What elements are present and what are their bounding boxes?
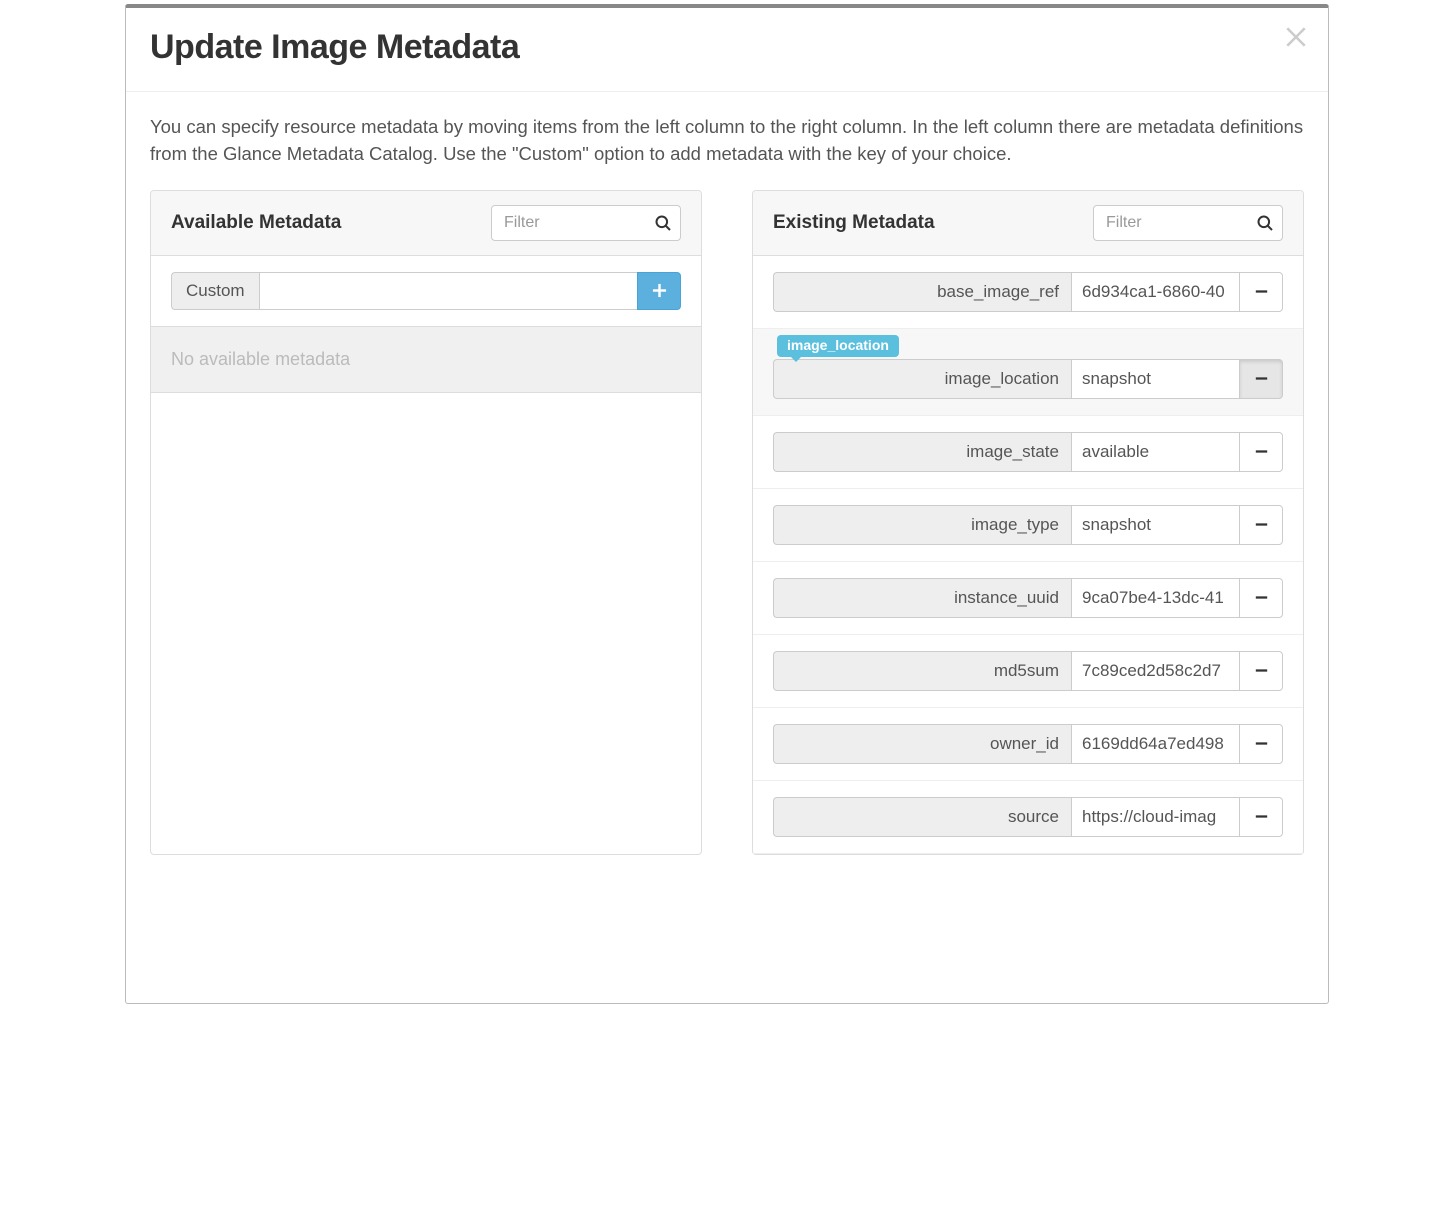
metadata-item-image_state: image_state bbox=[753, 416, 1303, 489]
metadata-row: image_state bbox=[773, 432, 1283, 472]
metadata-row: md5sum bbox=[773, 651, 1283, 691]
modal-description: You can specify resource metadata by mov… bbox=[150, 114, 1304, 168]
metadata-key: source bbox=[773, 797, 1071, 837]
metadata-row: base_image_ref bbox=[773, 272, 1283, 312]
metadata-value-input[interactable] bbox=[1071, 797, 1239, 837]
minus-icon bbox=[1255, 591, 1268, 604]
metadata-key: image_state bbox=[773, 432, 1071, 472]
close-icon bbox=[1285, 26, 1307, 48]
metadata-item-instance_uuid: instance_uuid bbox=[753, 562, 1303, 635]
minus-icon bbox=[1255, 664, 1268, 677]
minus-icon bbox=[1255, 810, 1268, 823]
remove-metadata-button[interactable] bbox=[1239, 797, 1283, 837]
metadata-value-input[interactable] bbox=[1071, 651, 1239, 691]
existing-header: Existing Metadata bbox=[753, 191, 1303, 256]
metadata-value-input[interactable] bbox=[1071, 578, 1239, 618]
metadata-key: image_location bbox=[773, 359, 1071, 399]
minus-icon bbox=[1255, 372, 1268, 385]
metadata-value-input[interactable] bbox=[1071, 505, 1239, 545]
metadata-item-base_image_ref: base_image_ref bbox=[753, 256, 1303, 329]
minus-icon bbox=[1255, 518, 1268, 531]
metadata-item-image_location: image_locationimage_location bbox=[753, 329, 1303, 416]
modal-title: Update Image Metadata bbox=[150, 28, 1304, 67]
existing-heading: Existing Metadata bbox=[773, 212, 935, 234]
remove-metadata-button[interactable] bbox=[1239, 359, 1283, 399]
metadata-row: instance_uuid bbox=[773, 578, 1283, 618]
metadata-value-input[interactable] bbox=[1071, 359, 1239, 399]
minus-icon bbox=[1255, 737, 1268, 750]
columns: Available Metadata Custom N bbox=[150, 190, 1304, 855]
existing-metadata-panel: Existing Metadata base_image_ref image_lo… bbox=[752, 190, 1304, 855]
available-empty-message: No available metadata bbox=[151, 327, 701, 393]
tooltip-badge: image_location bbox=[777, 335, 899, 358]
metadata-row: image_type bbox=[773, 505, 1283, 545]
minus-icon bbox=[1255, 285, 1268, 298]
metadata-key: image_type bbox=[773, 505, 1071, 545]
metadata-row: source bbox=[773, 797, 1283, 837]
remove-metadata-button[interactable] bbox=[1239, 724, 1283, 764]
metadata-key: owner_id bbox=[773, 724, 1071, 764]
modal-update-image-metadata: Update Image Metadata You can specify re… bbox=[125, 4, 1329, 1004]
metadata-key: md5sum bbox=[773, 651, 1071, 691]
add-custom-button[interactable] bbox=[637, 272, 681, 310]
metadata-key: instance_uuid bbox=[773, 578, 1071, 618]
custom-input-group: Custom bbox=[171, 272, 681, 310]
metadata-row: owner_id bbox=[773, 724, 1283, 764]
existing-filter-input[interactable] bbox=[1093, 205, 1283, 241]
available-filter-wrap bbox=[491, 205, 681, 241]
minus-icon bbox=[1255, 445, 1268, 458]
available-header: Available Metadata bbox=[151, 191, 701, 256]
metadata-item-image_type: image_type bbox=[753, 489, 1303, 562]
existing-metadata-list: base_image_ref image_locationimage_locati… bbox=[753, 256, 1303, 854]
metadata-value-input[interactable] bbox=[1071, 724, 1239, 764]
custom-label: Custom bbox=[171, 272, 259, 310]
metadata-key: base_image_ref bbox=[773, 272, 1071, 312]
existing-filter-wrap bbox=[1093, 205, 1283, 241]
plus-icon bbox=[652, 283, 667, 298]
modal-header: Update Image Metadata bbox=[126, 8, 1328, 92]
metadata-item-source: source bbox=[753, 781, 1303, 854]
metadata-item-owner_id: owner_id bbox=[753, 708, 1303, 781]
custom-metadata-row: Custom bbox=[151, 256, 701, 327]
available-metadata-panel: Available Metadata Custom N bbox=[150, 190, 702, 855]
metadata-item-md5sum: md5sum bbox=[753, 635, 1303, 708]
custom-key-input[interactable] bbox=[259, 272, 637, 310]
close-button[interactable] bbox=[1280, 22, 1312, 54]
remove-metadata-button[interactable] bbox=[1239, 651, 1283, 691]
available-heading: Available Metadata bbox=[171, 212, 341, 234]
available-filter-input[interactable] bbox=[491, 205, 681, 241]
remove-metadata-button[interactable] bbox=[1239, 432, 1283, 472]
modal-body: You can specify resource metadata by mov… bbox=[126, 92, 1328, 855]
remove-metadata-button[interactable] bbox=[1239, 272, 1283, 312]
metadata-value-input[interactable] bbox=[1071, 432, 1239, 472]
remove-metadata-button[interactable] bbox=[1239, 505, 1283, 545]
metadata-value-input[interactable] bbox=[1071, 272, 1239, 312]
remove-metadata-button[interactable] bbox=[1239, 578, 1283, 618]
metadata-row: image_location bbox=[773, 359, 1283, 399]
